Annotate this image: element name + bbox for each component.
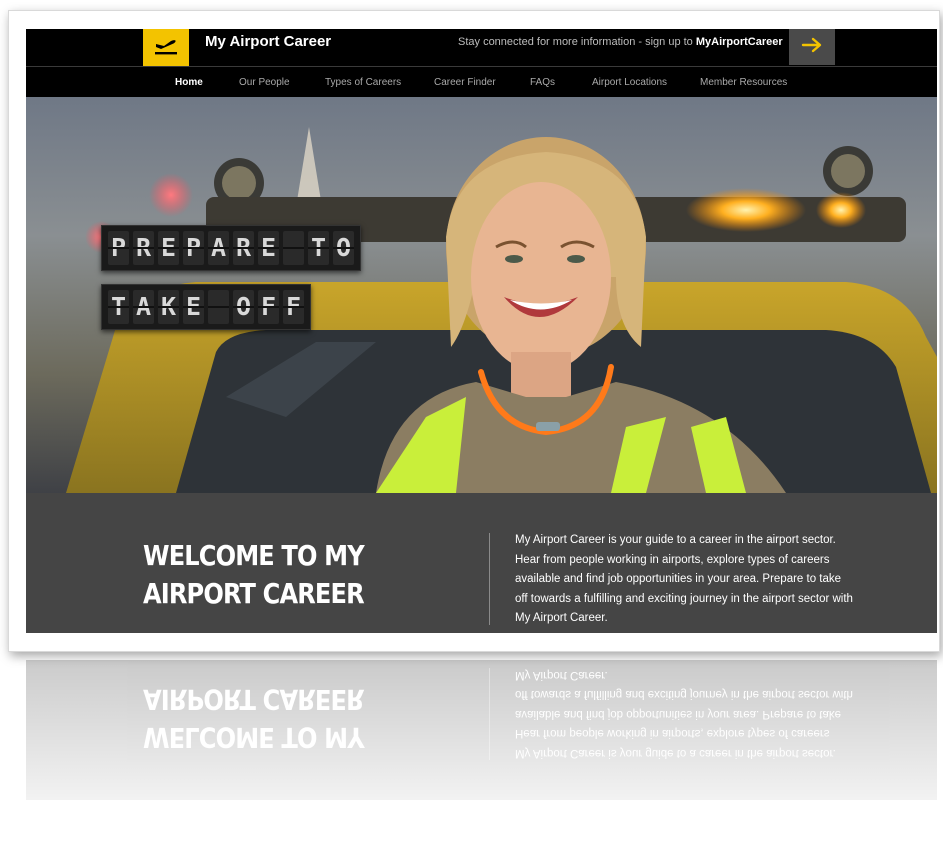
promo-link[interactable]: MyAirportCareer <box>696 36 783 48</box>
nav-our-people[interactable]: Our People <box>239 67 290 98</box>
site-brand[interactable]: My Airport Career <box>205 29 331 67</box>
nav-types-of-careers[interactable]: Types of Careers <box>325 67 401 98</box>
welcome-title: WELCOME TO MY AIRPORT CAREER <box>143 539 365 610</box>
plane-takeoff-icon <box>153 35 179 62</box>
reflection: WELCOME TO MY AIRPORT CAREER My Airport … <box>26 660 937 845</box>
logo[interactable] <box>143 29 189 67</box>
top-bar: My Airport Career Stay connected for mor… <box>26 29 937 67</box>
arrow-right-icon <box>801 37 823 58</box>
welcome-section: WELCOME TO MY AIRPORT CAREER My Airport … <box>26 493 937 633</box>
nav-member-resources[interactable]: Member Resources <box>700 67 787 98</box>
signup-promo: Stay connected for more information - si… <box>458 29 783 67</box>
nav-career-finder[interactable]: Career Finder <box>434 67 496 98</box>
nav-home[interactable]: Home <box>175 67 203 98</box>
nav-airport-locations[interactable]: Airport Locations <box>592 67 667 98</box>
flip-board-line-2: TAKE OFF <box>101 284 311 330</box>
nav-faqs[interactable]: FAQs <box>530 67 555 98</box>
website: My Airport Career Stay connected for mor… <box>26 29 937 633</box>
signup-button[interactable] <box>789 29 835 65</box>
welcome-divider <box>489 533 490 625</box>
reflection-fade <box>26 660 937 845</box>
welcome-description: My Airport Career is your guide to a car… <box>515 534 853 624</box>
main-nav: Home Our People Types of Careers Career … <box>26 66 937 98</box>
flip-board-line-1: PREPARE TO <box>101 225 361 271</box>
promo-text: Stay connected for more information - si… <box>458 36 696 48</box>
hero-banner: PREPARE TO TAKE OFF <box>26 97 937 493</box>
